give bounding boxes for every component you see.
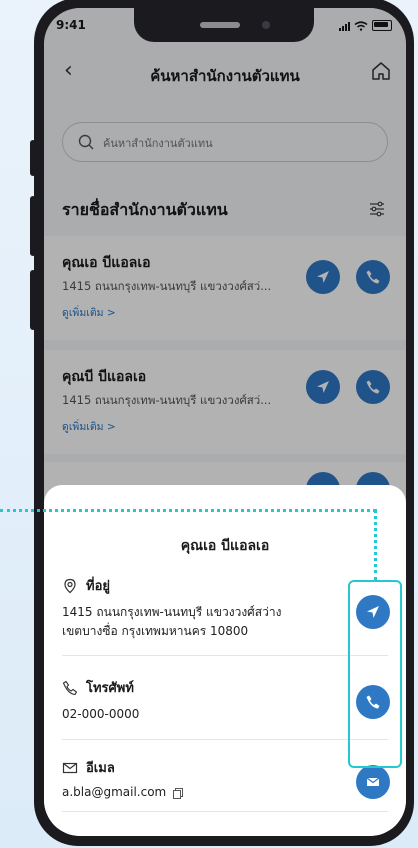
email-label-text: อีเมล	[86, 761, 115, 776]
divider	[62, 739, 388, 740]
side-button	[30, 196, 36, 256]
email-label: อีเมล	[62, 757, 115, 778]
phone-outline-icon	[62, 680, 78, 695]
email-value: a.bla@gmail.com	[62, 785, 167, 799]
mail-outline-icon	[62, 762, 78, 773]
phone-label-text: โทรศัพท์	[86, 681, 134, 696]
status-icons	[339, 20, 392, 31]
pin-icon	[64, 578, 76, 593]
battery-icon	[372, 20, 392, 31]
highlight-box	[348, 580, 402, 768]
annotation-dotted-line	[0, 509, 376, 512]
side-button	[30, 140, 36, 176]
notch	[134, 8, 314, 42]
copy-icon[interactable]	[172, 787, 184, 799]
address-label-text: ที่อยู่	[86, 579, 110, 594]
wifi-icon	[354, 20, 368, 31]
phone-value: 02-000-0000	[62, 707, 140, 721]
email-row: a.bla@gmail.com	[62, 783, 184, 802]
side-button	[30, 270, 36, 330]
annotation-dotted-connector	[374, 509, 377, 581]
email-button[interactable]	[356, 765, 390, 799]
address-line-1: 1415 ถนนกรุงเทพ-นนทบุรี แขวงวงศ์สว่าง	[62, 605, 282, 619]
signal-icon	[339, 21, 350, 31]
address-line-2: เขตบางซื่อ กรุงเทพมหานคร 10800	[62, 624, 249, 638]
divider	[62, 811, 388, 812]
phone-label: โทรศัพท์	[62, 677, 134, 698]
mail-icon	[366, 777, 380, 786]
status-time: 9:41	[56, 18, 86, 32]
divider	[62, 655, 388, 656]
address-value: 1415 ถนนกรุงเทพ-นนทบุรี แขวงวงศ์สว่าง เข…	[62, 603, 281, 641]
address-label: ที่อยู่	[62, 575, 110, 596]
detail-name: คุณเอ บีแอลเอ	[180, 538, 270, 554]
